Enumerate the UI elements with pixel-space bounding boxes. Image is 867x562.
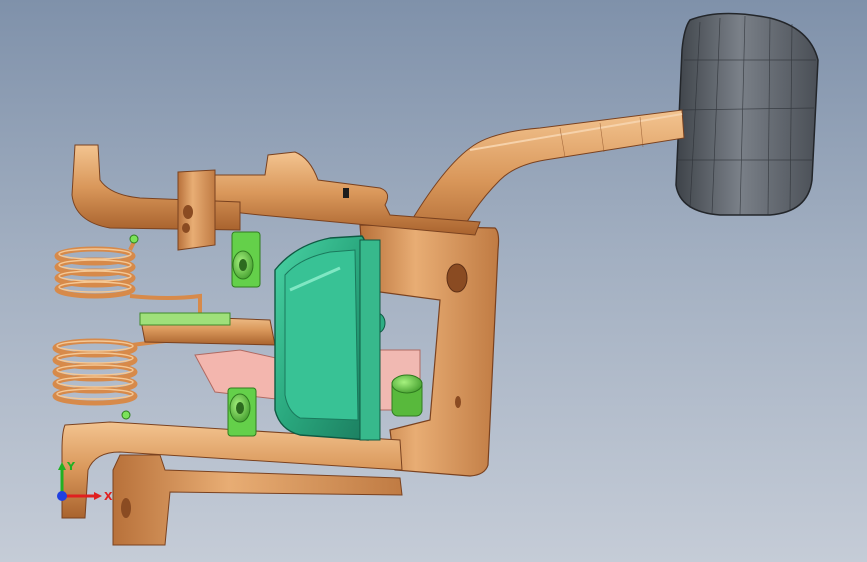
return-spring-lower[interactable] [52, 336, 201, 406]
x-axis-label: X [104, 490, 113, 503]
arm-hole [183, 205, 193, 219]
foot-hole [121, 498, 131, 518]
cad-3d-viewport[interactable]: Y X [0, 0, 867, 562]
pedal-pad[interactable] [675, 12, 819, 216]
base-foot[interactable] [112, 454, 403, 546]
bracket-hole-small [455, 396, 461, 408]
arm-hole [182, 223, 190, 233]
stopper-bumper[interactable] [391, 374, 423, 417]
fastener-nut[interactable] [231, 231, 261, 288]
pedal-assembly-model[interactable] [0, 0, 867, 562]
fastener-nut[interactable] [227, 387, 257, 437]
bracket-hole [446, 263, 468, 293]
coordinate-triad: Y X [57, 460, 113, 503]
y-axis-label: Y [66, 460, 76, 473]
